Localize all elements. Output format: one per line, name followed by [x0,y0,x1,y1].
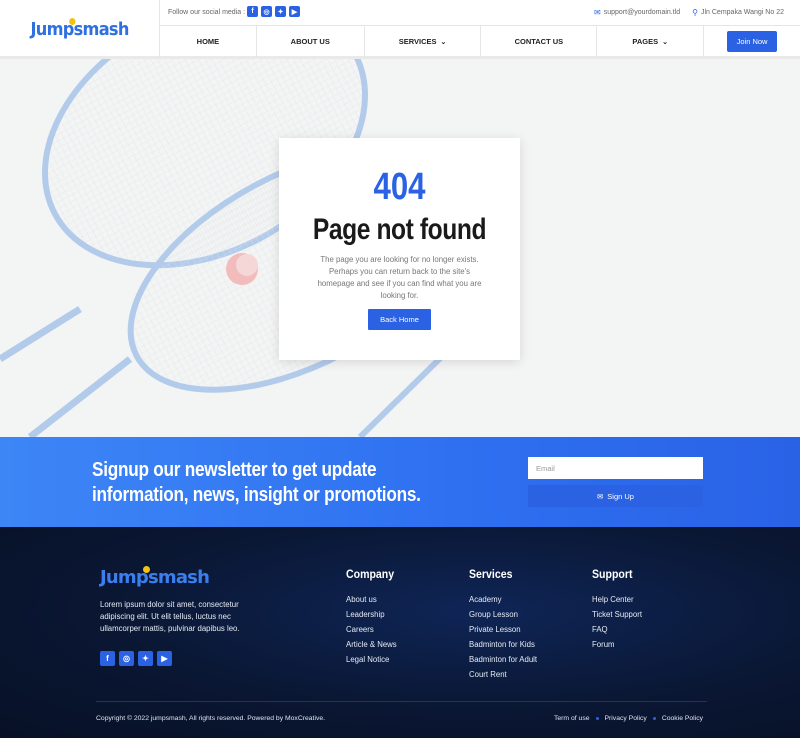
sign-up-button[interactable]: ✉ Sign Up [528,485,703,507]
footer-link[interactable]: Academy [469,592,537,607]
email-text: support@yourdomain.tld [603,9,681,16]
footer-about-text: Lorem ipsum dolor sit amet, consectetur … [100,600,240,633]
envelope-icon: ✉ [597,491,604,501]
chevron-down-icon: ⌄ [662,38,668,46]
sign-up-label: Sign Up [607,491,634,501]
hero-section: 404 Page not found The page you are look… [0,59,800,437]
footer-link[interactable]: Group Lesson [469,607,537,622]
footer-social-links: f ◎ ✦ ▶ [100,651,172,666]
header-social-links: f ◎ ✦ ▶ [247,6,300,17]
footer-column-title: Company [346,567,395,581]
nav-item-home[interactable]: HOME [160,26,257,57]
footer-link[interactable]: Legal Notice [346,652,401,667]
address-text: Jln Cempaka Wangi No 22 [700,9,784,16]
footer-link[interactable]: Badminton for Adult [469,652,537,667]
footer-column-title: Support [592,567,633,581]
site-logo: Jumpsmash [30,18,129,40]
top-bar: Follow our social media : f ◎ ✦ ▶ ✉ supp… [160,0,800,26]
nav-cta: Join Now [704,26,800,57]
footer-divider [96,701,707,702]
instagram-icon[interactable]: ◎ [119,651,134,666]
footer-link[interactable]: Leadership [346,607,401,622]
error-card: 404 Page not found The page you are look… [279,138,520,360]
footer-link[interactable]: Forum [592,637,642,652]
logo-link[interactable]: Jumpsmash [0,0,160,59]
site-header: Jumpsmash Follow our social media : f ◎ … [0,0,800,59]
follow-label: Follow our social media : [168,9,246,16]
copyright-text: Copyright © 2022 jumpsmash, All rights r… [96,715,326,722]
footer-link[interactable]: About us [346,592,401,607]
footer-logo-link[interactable]: Jumpsmash [100,566,210,588]
twitter-icon[interactable]: ✦ [275,6,286,17]
shuttlecock-dot [69,18,76,25]
newsletter-email-input[interactable] [528,457,703,479]
chevron-down-icon: ⌄ [440,38,447,46]
page-title: Page not found [312,213,487,246]
footer-link[interactable]: Article & News [346,637,401,652]
footer-column-title: Services [469,567,513,581]
nav-item-services[interactable]: SERVICES ⌄ [365,26,482,57]
footer-link[interactable]: Court Rent [469,667,537,682]
newsletter-title: Signup our newsletter to get update info… [92,459,421,506]
cookie-policy-link[interactable]: Cookie Policy [662,715,703,722]
twitter-icon[interactable]: ✦ [138,651,153,666]
footer-column-support: Support Help Center Ticket Support FAQ F… [592,567,642,652]
main-nav: HOME ABOUT US SERVICES ⌄ CONTACT US PAGES… [160,26,800,57]
contact-info: ✉ support@yourdomain.tld ⚲ Jln Cempaka W… [594,8,784,17]
address-contact: ⚲ Jln Cempaka Wangi No 22 [692,8,784,17]
instagram-icon[interactable]: ◎ [261,6,272,17]
error-message: The page you are looking for no longer e… [317,255,482,300]
facebook-icon[interactable]: f [247,6,258,17]
youtube-icon[interactable]: ▶ [289,6,300,17]
footer-link[interactable]: Private Lesson [469,622,537,637]
footer-logo: Jumpsmash [100,566,210,588]
nav-item-contact-us[interactable]: CONTACT US [481,26,598,57]
footer-column-services: Services Academy Group Lesson Private Le… [469,567,537,682]
join-now-button[interactable]: Join Now [726,31,778,52]
footer-link[interactable]: Careers [346,622,401,637]
nav-item-pages[interactable]: PAGES ⌄ [597,26,705,57]
privacy-policy-link[interactable]: Privacy Policy [605,715,647,722]
error-code: 404 [373,166,426,208]
footer-link[interactable]: Help Center [592,592,642,607]
map-pin-icon: ⚲ [692,8,698,17]
back-home-button[interactable]: Back Home [368,309,431,330]
footer-link[interactable]: FAQ [592,622,642,637]
envelope-icon: ✉ [594,8,601,17]
legal-links: Term of use Privacy Policy Cookie Policy [554,715,703,722]
email-contact[interactable]: ✉ support@yourdomain.tld [594,8,680,17]
site-footer: Jumpsmash Lorem ipsum dolor sit amet, co… [0,527,800,738]
bullet-separator [595,717,599,720]
youtube-icon[interactable]: ▶ [157,651,172,666]
footer-column-company: Company About us Leadership Careers Arti… [346,567,401,667]
footer-link[interactable]: Ticket Support [592,607,642,622]
bullet-separator [652,717,656,720]
term-of-use-link[interactable]: Term of use [554,715,590,722]
shuttlecock-dot [143,566,150,573]
newsletter-section: Signup our newsletter to get update info… [0,437,800,527]
footer-link[interactable]: Badminton for Kids [469,637,537,652]
nav-item-about-us[interactable]: ABOUT US [257,26,365,57]
facebook-icon[interactable]: f [100,651,115,666]
